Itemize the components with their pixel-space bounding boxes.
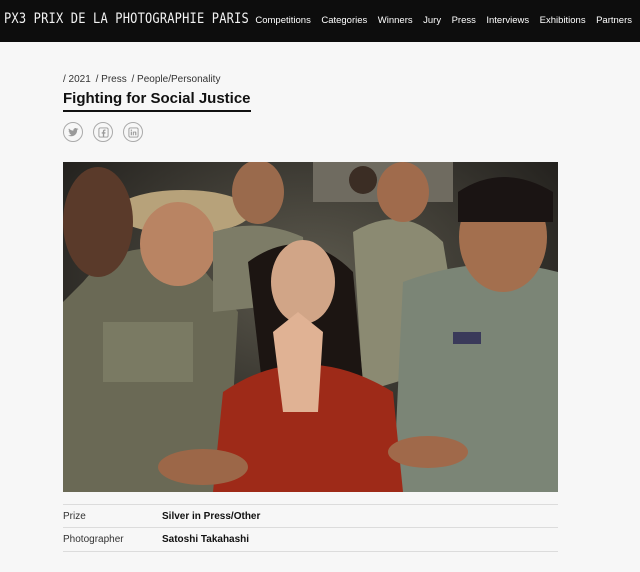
linkedin-icon	[127, 126, 139, 138]
detail-row-photographer: Photographer Satoshi Takahashi	[63, 528, 558, 552]
facebook-share-button[interactable]	[93, 122, 113, 142]
nav-competitions[interactable]: Competitions	[255, 15, 310, 26]
breadcrumb: / 2021 / Press / People/Personality	[63, 74, 222, 85]
nav-interviews[interactable]: Interviews	[486, 15, 529, 26]
detail-row-prize: Prize Silver in Press/Other	[63, 504, 558, 528]
entry-details: Prize Silver in Press/Other Photographer…	[63, 504, 558, 552]
nav-jury[interactable]: Jury	[423, 15, 441, 26]
share-buttons	[63, 122, 143, 142]
facebook-icon	[97, 126, 109, 138]
linkedin-share-button[interactable]	[123, 122, 143, 142]
site-logo[interactable]: PX3 PRIX DE LA PHOTOGRAPHIE PARIS	[4, 11, 249, 27]
page-title: Fighting for Social Justice	[63, 90, 251, 112]
entry-page: / 2021 / Press / People/Personality Figh…	[0, 42, 640, 572]
detail-value: Silver in Press/Other	[162, 510, 261, 522]
entry-photo[interactable]	[63, 162, 558, 492]
nav-categories[interactable]: Categories	[321, 15, 367, 26]
twitter-icon	[67, 127, 79, 136]
nav-press[interactable]: Press	[452, 15, 476, 26]
nav-partners[interactable]: Partners	[596, 15, 632, 26]
detail-value[interactable]: Satoshi Takahashi	[162, 534, 249, 545]
twitter-share-button[interactable]	[63, 122, 83, 142]
detail-label: Prize	[63, 510, 86, 522]
nav-winners[interactable]: Winners	[378, 15, 413, 26]
breadcrumb-subcategory[interactable]: / People/Personality	[132, 74, 221, 85]
photo-illustration	[63, 162, 558, 492]
detail-label: Photographer	[63, 534, 124, 545]
nav-exhibitions[interactable]: Exhibitions	[540, 15, 586, 26]
site-header: PX3 PRIX DE LA PHOTOGRAPHIE PARIS Compet…	[0, 0, 640, 42]
main-nav: Competitions Categories Winners Jury Pre…	[245, 15, 632, 26]
breadcrumb-year[interactable]: / 2021	[63, 74, 91, 85]
breadcrumb-category[interactable]: / Press	[96, 74, 127, 85]
